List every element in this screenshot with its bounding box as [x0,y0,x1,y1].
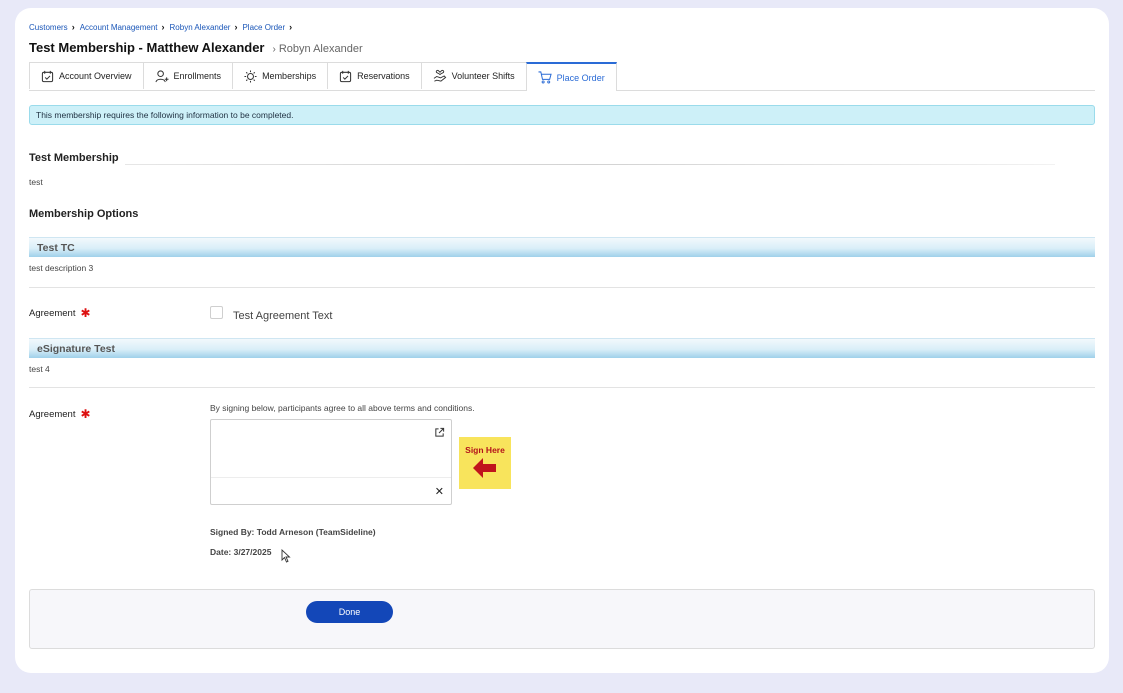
breadcrumb-item-robyn-alexander[interactable]: Robyn Alexander [170,23,231,32]
agreement-checkbox-label[interactable]: Test Agreement Text [233,310,332,322]
sign-here-text: Sign Here [465,445,505,455]
user-plus-icon [154,69,169,82]
option-header-esignature-test: eSignature Test [29,338,1095,358]
chevron-right-icon: › [289,22,293,32]
tab-label: Memberships [262,71,317,81]
agreement-checkbox[interactable] [210,306,223,319]
signature-date-text: Date: 3/27/2025 [210,547,272,557]
tab-volunteer-shifts[interactable]: Volunteer Shifts [420,62,527,89]
arrow-left-icon [473,458,496,478]
required-asterisk-icon: ✱ [80,407,91,421]
page-title: Test Membership - Matthew Alexander [29,40,265,55]
info-banner: This membership requires the following i… [29,105,1095,125]
breadcrumb: Customers › Account Management › Robyn A… [29,22,297,32]
agreement-label: Agreement ✱ [29,306,91,320]
chevron-right-icon: › [272,44,276,55]
divider [29,387,1095,388]
calendar-check-icon [41,70,54,82]
membership-title: Test Membership [29,152,119,164]
breadcrumb-item-account-management[interactable]: Account Management [80,23,158,32]
signature-pad[interactable]: ✕ [210,419,452,505]
tab-memberships[interactable]: Memberships [232,62,329,89]
chevron-right-icon: › [234,22,238,32]
expand-icon[interactable] [434,425,445,443]
breadcrumb-item-customers[interactable]: Customers [29,23,68,32]
chevron-right-icon: › [161,22,165,32]
breadcrumb-item-place-order[interactable]: Place Order [242,23,285,32]
tab-place-order[interactable]: Place Order [525,62,617,91]
close-icon[interactable]: ✕ [435,485,444,498]
tab-label: Place Order [556,72,605,83]
membership-description: test [29,177,43,187]
tab-label: Volunteer Shifts [451,71,515,81]
calendar-check-icon [339,70,352,82]
membership-options-heading: Membership Options [29,208,139,220]
option-header-test-tc: Test TC [29,237,1095,257]
mouse-cursor-icon [281,549,291,563]
tab-label: Reservations [357,71,410,81]
footer-panel: Done [29,589,1095,649]
required-asterisk-icon: ✱ [80,306,91,320]
sign-here-tag: Sign Here [459,437,511,489]
done-button[interactable]: Done [306,601,393,623]
page-card: Customers › Account Management › Robyn A… [15,8,1109,673]
option-description: test 4 [29,364,50,374]
divider [29,287,1095,288]
page-subtitle[interactable]: › Robyn Alexander [273,43,363,55]
tab-reservations[interactable]: Reservations [327,62,422,89]
tab-bar: Account Overview Enrollments Memberships… [29,62,1095,91]
tab-label: Account Overview [59,71,132,81]
sun-badge-icon [244,69,257,83]
signed-by-text: Signed By: Todd Arneson (TeamSideline) [210,527,376,537]
tab-account-overview[interactable]: Account Overview [29,62,144,89]
signature-instruction: By signing below, participants agree to … [210,403,475,413]
signature-baseline [211,477,451,478]
tab-enrollments[interactable]: Enrollments [142,62,234,89]
chevron-right-icon: › [71,22,75,32]
agreement-label: Agreement ✱ [29,407,91,421]
option-description: test description 3 [29,263,94,273]
title-row: Test Membership - Matthew Alexander › Rob… [29,40,363,55]
hand-heart-icon [433,69,446,82]
heading-divider [125,164,1055,165]
cart-icon [538,71,552,84]
tab-label: Enrollments [173,71,222,81]
